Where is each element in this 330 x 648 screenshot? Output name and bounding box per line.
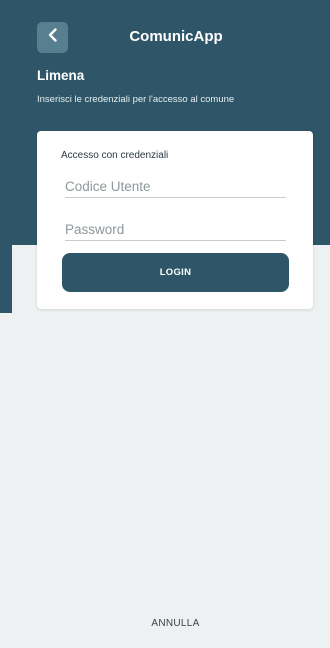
cancel-button[interactable]: ANNULLA: [0, 618, 330, 629]
password-input[interactable]: [65, 219, 286, 241]
app-title: ComunicApp: [129, 28, 223, 45]
header-edge-strip: [0, 245, 12, 313]
login-card: Accesso con credenziali LOGIN: [37, 131, 313, 309]
page-subtitle: Inserisci le credenziali per l'accesso a…: [37, 94, 235, 105]
login-screen: ComunicApp Limena Inserisci le credenzia…: [0, 0, 330, 648]
user-code-input[interactable]: [65, 176, 286, 198]
top-bar: ComunicApp: [0, 14, 330, 58]
login-button[interactable]: LOGIN: [62, 253, 289, 292]
card-title: Accesso con credenziali: [61, 150, 169, 161]
town-name: Limena: [37, 68, 85, 83]
